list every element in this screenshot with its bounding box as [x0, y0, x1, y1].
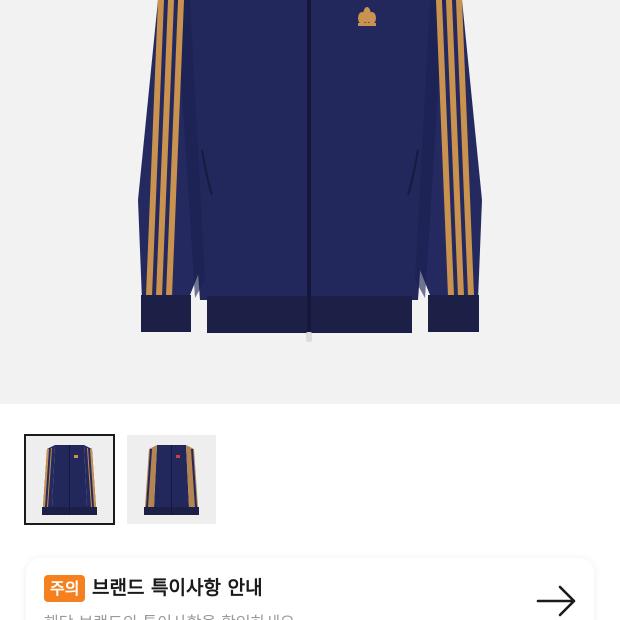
brand-notice-card[interactable]: 주의 브랜드 특이사항 안내 해당 브랜드의 특이사항을 확인하세요	[26, 558, 594, 620]
notice-badge: 주의	[44, 575, 86, 602]
thumbnail-2[interactable]	[127, 435, 216, 524]
jacket-illustration	[138, 0, 482, 342]
notice-subtitle: 해당 브랜드의 특이사항을 확인하세요	[44, 609, 295, 620]
thumbnail-1-image	[42, 445, 97, 515]
product-detail-page: 주의 브랜드 특이사항 안내 해당 브랜드의 특이사항을 확인하세요	[0, 0, 620, 620]
thumbnail-2-image	[144, 445, 199, 515]
arrow-right-icon[interactable]	[536, 584, 578, 618]
thumbnail-1[interactable]	[24, 434, 115, 525]
thumbnail-strip	[24, 434, 216, 525]
notice-title: 브랜드 특이사항 안내	[92, 577, 263, 599]
product-main-image[interactable]	[0, 0, 620, 404]
